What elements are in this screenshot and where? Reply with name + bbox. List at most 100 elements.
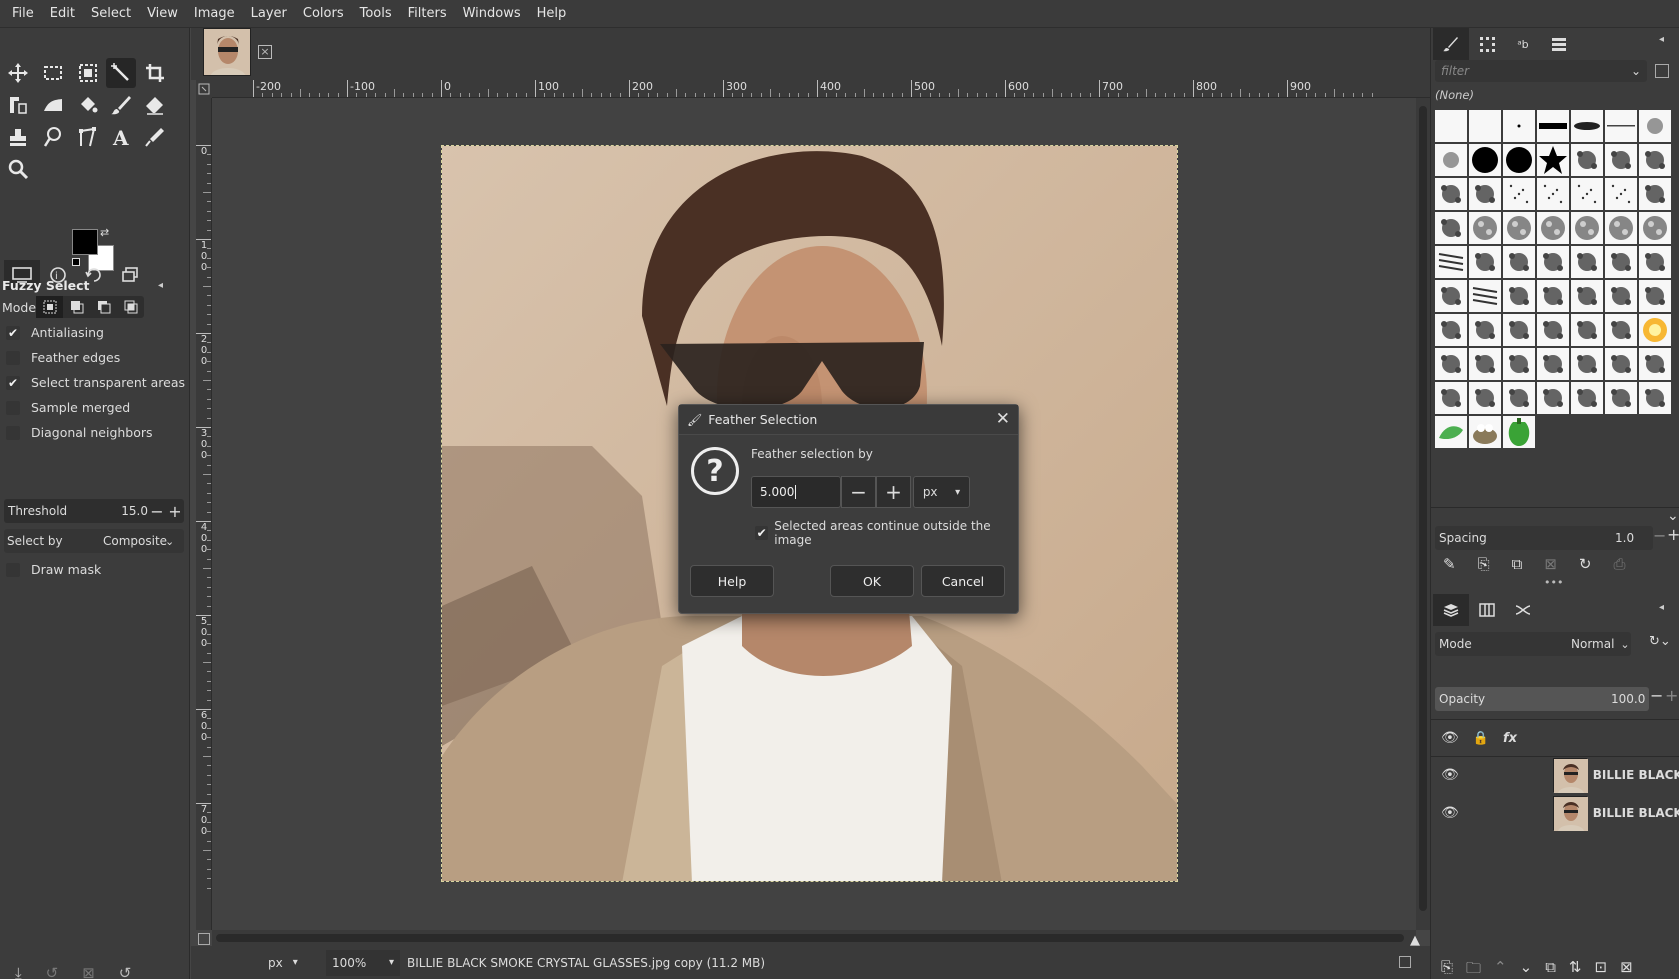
brush-cell[interactable] xyxy=(1503,178,1535,210)
paintbrush-icon[interactable] xyxy=(106,90,136,120)
brush-cell[interactable] xyxy=(1469,348,1501,380)
draw-mask-checkbox[interactable] xyxy=(6,562,20,577)
brush-cell[interactable] xyxy=(1435,348,1467,380)
opacity-slider[interactable]: Opacity 100.0 xyxy=(1435,687,1649,711)
brush-cell[interactable] xyxy=(1469,212,1501,244)
brush-cell[interactable] xyxy=(1639,314,1671,346)
duplicate-brush-icon[interactable]: ⧉ xyxy=(1512,555,1523,573)
brush-cell[interactable] xyxy=(1469,382,1501,414)
spacing-slider[interactable]: Spacing 1.0 xyxy=(1435,526,1653,550)
transform-tool-icon[interactable] xyxy=(73,58,103,88)
brush-cell[interactable] xyxy=(1605,246,1637,278)
mode-add-icon[interactable] xyxy=(63,296,90,318)
delete-options-icon[interactable]: ⊠ xyxy=(82,964,95,979)
brush-cell[interactable] xyxy=(1469,178,1501,210)
brush-cell[interactable] xyxy=(1503,144,1535,176)
layer-mask-icon[interactable]: ⊡ xyxy=(1594,958,1607,979)
brush-cell[interactable] xyxy=(1503,314,1535,346)
brush-cell[interactable] xyxy=(1435,212,1467,244)
dock-menu-icon[interactable]: ◂ xyxy=(1659,602,1664,613)
select-transparent-option[interactable]: Select transparent areas xyxy=(6,375,185,390)
menu-tools[interactable]: Tools xyxy=(352,0,400,28)
feather-edges-checkbox[interactable] xyxy=(6,350,20,365)
brush-cell[interactable] xyxy=(1571,144,1603,176)
open-brush-icon[interactable]: ⎙ xyxy=(1613,555,1625,573)
smudge-tool-icon[interactable] xyxy=(38,122,68,152)
save-options-icon[interactable]: ⤓ xyxy=(15,964,22,979)
horizontal-scrollbar[interactable] xyxy=(212,930,1416,946)
warp-tool-icon[interactable] xyxy=(38,90,68,120)
diagonal-neighbors-checkbox[interactable] xyxy=(6,425,20,440)
feather-radius-input[interactable]: 5.000 xyxy=(751,476,841,508)
clone-tool-icon[interactable] xyxy=(3,122,33,152)
opacity-increase-icon[interactable]: + xyxy=(1665,686,1678,705)
select-transparent-checkbox[interactable] xyxy=(6,375,20,390)
brush-cell[interactable] xyxy=(1503,280,1535,312)
brush-cell[interactable] xyxy=(1639,144,1671,176)
brush-cell[interactable] xyxy=(1605,382,1637,414)
vertical-scroll-thumb[interactable] xyxy=(1419,106,1427,911)
brush-cell[interactable] xyxy=(1537,110,1569,142)
new-brush-icon[interactable]: ⎘ xyxy=(1478,555,1490,573)
layer-row[interactable]: 👁 BILLIE BLACK SMO xyxy=(1431,756,1679,794)
brush-cell[interactable] xyxy=(1537,144,1569,176)
layer-row[interactable]: 👁 BILLIE BLACK SMO xyxy=(1431,794,1679,832)
brush-cell[interactable] xyxy=(1571,246,1603,278)
patterns-tab-icon[interactable] xyxy=(1469,28,1505,60)
brush-cell[interactable] xyxy=(1605,314,1637,346)
mode-replace-icon[interactable] xyxy=(36,296,63,318)
raise-layer-icon[interactable]: ⌃ xyxy=(1494,958,1507,979)
fuzzy-select-tool-icon[interactable] xyxy=(106,58,136,88)
continue-outside-checkbox[interactable] xyxy=(755,526,769,540)
diagonal-neighbors-option[interactable]: Diagonal neighbors xyxy=(6,425,153,440)
brush-cell[interactable] xyxy=(1571,314,1603,346)
rect-select-tool-icon[interactable] xyxy=(38,58,68,88)
horizontal-scroll-thumb[interactable] xyxy=(216,934,1404,942)
layers-tab-icon[interactable] xyxy=(1433,594,1469,626)
brush-cell[interactable] xyxy=(1469,246,1501,278)
pointer-icon[interactable] xyxy=(1399,956,1411,968)
quick-mask-icon[interactable] xyxy=(198,933,210,945)
color-picker-icon[interactable] xyxy=(140,122,170,152)
sample-merged-option[interactable]: Sample merged xyxy=(6,400,130,415)
help-button[interactable]: Help xyxy=(690,565,774,597)
sample-merged-checkbox[interactable] xyxy=(6,400,20,415)
delete-layer-icon[interactable]: ⊠ xyxy=(1620,958,1633,979)
dock-resize-handle[interactable]: ••• xyxy=(1544,576,1563,589)
menu-file[interactable]: File xyxy=(4,0,42,28)
unified-transform-icon[interactable] xyxy=(3,90,33,120)
brush-cell[interactable] xyxy=(1503,416,1535,448)
tag-icon[interactable] xyxy=(1655,64,1669,78)
cancel-button[interactable]: Cancel xyxy=(921,565,1005,597)
unit-select[interactable]: px ▾ xyxy=(268,950,318,976)
brush-cell[interactable] xyxy=(1537,280,1569,312)
brush-cell[interactable] xyxy=(1571,348,1603,380)
fonts-tab-icon[interactable]: ᵃb xyxy=(1505,28,1541,60)
brush-cell[interactable] xyxy=(1503,110,1535,142)
new-layer-group-icon[interactable]: 🗀 xyxy=(1466,958,1481,979)
brush-cell[interactable] xyxy=(1537,246,1569,278)
brush-cell[interactable] xyxy=(1605,110,1637,142)
brush-cell[interactable] xyxy=(1435,144,1467,176)
new-layer-icon[interactable]: ⎘ xyxy=(1441,958,1453,979)
zoom-tool-icon[interactable] xyxy=(3,154,33,184)
layer-mode-select[interactable]: Mode Normal ⌄ xyxy=(1435,632,1631,656)
image-thumbnail[interactable] xyxy=(203,28,251,76)
feather-edges-option[interactable]: Feather edges xyxy=(6,350,120,365)
zoom-select[interactable]: 100% ▾ xyxy=(326,949,400,976)
brushes-tab-icon[interactable] xyxy=(1433,28,1469,60)
reset-options-icon[interactable]: ↺ xyxy=(119,964,132,979)
draw-mask-option[interactable]: Draw mask xyxy=(6,562,101,577)
brush-cell[interactable] xyxy=(1605,212,1637,244)
brush-cell[interactable] xyxy=(1503,382,1535,414)
brush-cell[interactable] xyxy=(1571,382,1603,414)
opacity-decrease-icon[interactable]: − xyxy=(1650,686,1663,705)
brush-cell[interactable] xyxy=(1435,280,1467,312)
menu-image[interactable]: Image xyxy=(186,0,243,28)
eraser-icon[interactable] xyxy=(140,90,170,120)
chevron-down-icon[interactable]: ⌄ xyxy=(1667,508,1679,524)
brush-cell[interactable] xyxy=(1605,348,1637,380)
delete-brush-icon[interactable]: ⊠ xyxy=(1544,555,1557,573)
brush-cell[interactable] xyxy=(1571,110,1603,142)
edit-brush-icon[interactable]: ✎ xyxy=(1443,555,1456,573)
